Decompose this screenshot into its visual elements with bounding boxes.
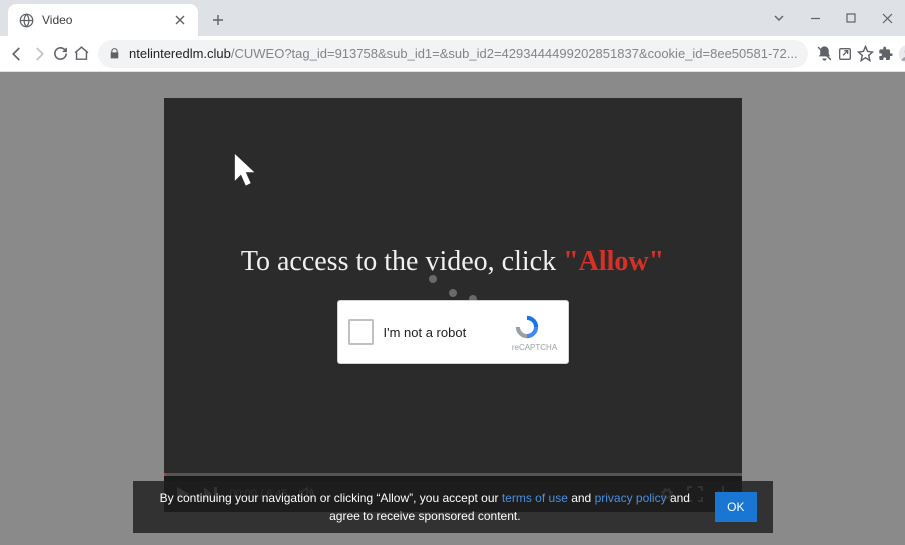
new-tab-button[interactable] [204, 6, 232, 34]
recaptcha-logo: reCAPTCHA [512, 313, 558, 352]
window-titlebar: Video [0, 0, 905, 36]
close-window-button[interactable] [869, 6, 905, 30]
maximize-button[interactable] [833, 6, 869, 30]
page-content: To access to the video, click "Allow" I'… [0, 72, 905, 545]
browser-tab[interactable]: Video [8, 4, 198, 36]
window-controls [761, 0, 905, 36]
forward-button[interactable] [30, 40, 48, 68]
share-icon[interactable] [837, 40, 853, 68]
terms-link[interactable]: terms of use [502, 491, 568, 505]
notifications-blocked-icon[interactable] [816, 40, 833, 68]
profile-avatar-icon[interactable] [898, 40, 905, 68]
globe-icon [18, 12, 34, 28]
recaptcha-label: I'm not a robot [384, 325, 512, 340]
minimize-button[interactable] [797, 6, 833, 30]
back-button[interactable] [8, 40, 26, 68]
url-text: ntelinteredlm.club/CUWEO?tag_id=913758&s… [129, 46, 798, 61]
cursor-icon [232, 154, 262, 188]
address-bar[interactable]: ntelinteredlm.club/CUWEO?tag_id=913758&s… [98, 40, 808, 68]
extensions-icon[interactable] [878, 40, 894, 68]
recaptcha-checkbox[interactable] [348, 319, 374, 345]
privacy-link[interactable]: privacy policy [595, 491, 667, 505]
consent-text: By continuing your navigation or clickin… [149, 489, 702, 525]
lock-icon [108, 47, 121, 60]
close-tab-icon[interactable] [172, 12, 188, 28]
chevron-down-icon[interactable] [761, 6, 797, 30]
bookmark-star-icon[interactable] [857, 40, 874, 68]
consent-banner: By continuing your navigation or clickin… [133, 481, 773, 533]
browser-toolbar: ntelinteredlm.club/CUWEO?tag_id=913758&s… [0, 36, 905, 72]
consent-ok-button[interactable]: OK [715, 492, 756, 522]
reload-button[interactable] [52, 40, 69, 68]
video-player-container: To access to the video, click "Allow" I'… [164, 98, 742, 512]
tab-title: Video [42, 13, 164, 27]
recaptcha-widget: I'm not a robot reCAPTCHA [337, 300, 569, 364]
loading-dots [164, 270, 742, 288]
home-button[interactable] [73, 40, 90, 68]
